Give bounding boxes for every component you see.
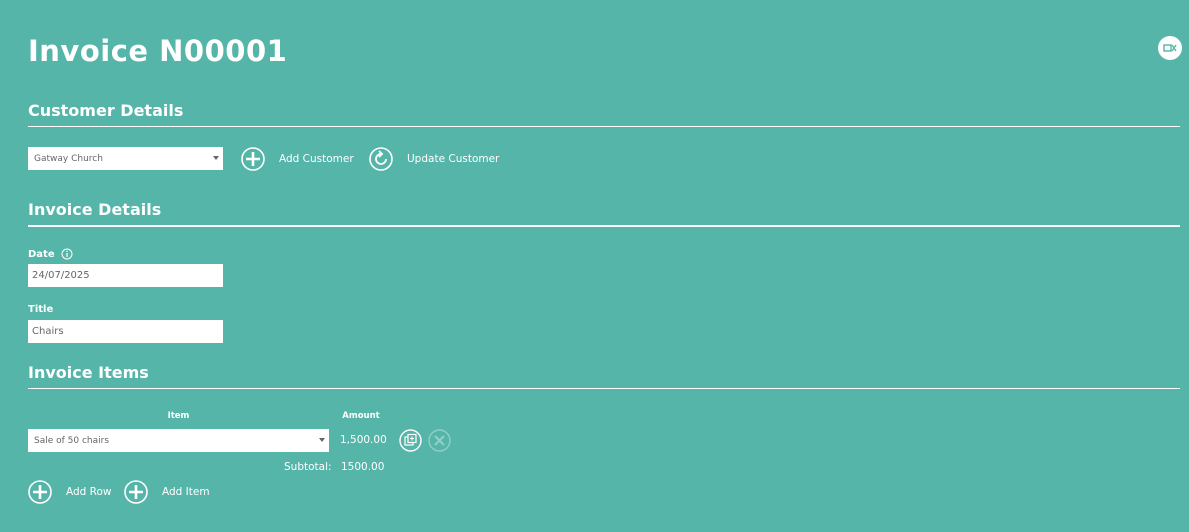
update-customer-label: Update Customer <box>407 153 500 165</box>
add-item-button[interactable]: Add Item <box>124 480 210 504</box>
duplicate-icon <box>399 429 422 452</box>
date-input[interactable] <box>28 264 223 287</box>
plus-circle-icon <box>28 480 52 504</box>
customer-details-heading: Customer Details <box>28 101 1180 127</box>
add-customer-label: Add Customer <box>279 153 354 165</box>
info-icon[interactable] <box>61 248 73 260</box>
duplicate-row-button[interactable] <box>399 429 422 452</box>
item-amount: 1,500.00 <box>340 434 387 446</box>
invoice-items-heading: Invoice Items <box>28 363 1180 389</box>
page-title: Invoice N00001 <box>28 34 288 68</box>
column-header-amount: Amount <box>342 411 380 421</box>
delete-row-button[interactable] <box>428 429 451 452</box>
add-item-label: Add Item <box>162 486 210 498</box>
customer-select-value: Gatway Church <box>34 153 103 164</box>
chevron-down-icon <box>213 156 219 160</box>
column-header-item: Item <box>167 411 190 421</box>
add-row-label: Add Row <box>66 486 112 498</box>
invoice-details-heading: Invoice Details <box>28 200 1180 227</box>
plus-circle-icon <box>241 147 265 171</box>
subtotal-value: 1500.00 <box>341 461 385 473</box>
customer-select[interactable]: Gatway Church <box>28 147 223 170</box>
refresh-icon <box>369 147 393 171</box>
item-select-value: Sale of 50 chairs <box>34 435 110 446</box>
date-label: Date <box>28 248 55 260</box>
update-customer-button[interactable]: Update Customer <box>369 147 499 171</box>
add-row-button[interactable]: Add Row <box>28 480 112 504</box>
item-select[interactable]: Sale of 50 chairs <box>28 429 329 452</box>
plus-circle-icon <box>124 480 148 504</box>
add-customer-button[interactable]: Add Customer <box>241 147 354 171</box>
close-button[interactable] <box>1158 36 1182 60</box>
date-label-row: Date <box>28 248 73 260</box>
close-circle-icon <box>428 429 451 452</box>
title-label: Title <box>28 304 54 315</box>
title-input[interactable] <box>28 320 223 343</box>
close-icon <box>1163 43 1177 53</box>
subtotal-label: Subtotal: <box>284 461 332 473</box>
chevron-down-icon <box>319 438 325 442</box>
